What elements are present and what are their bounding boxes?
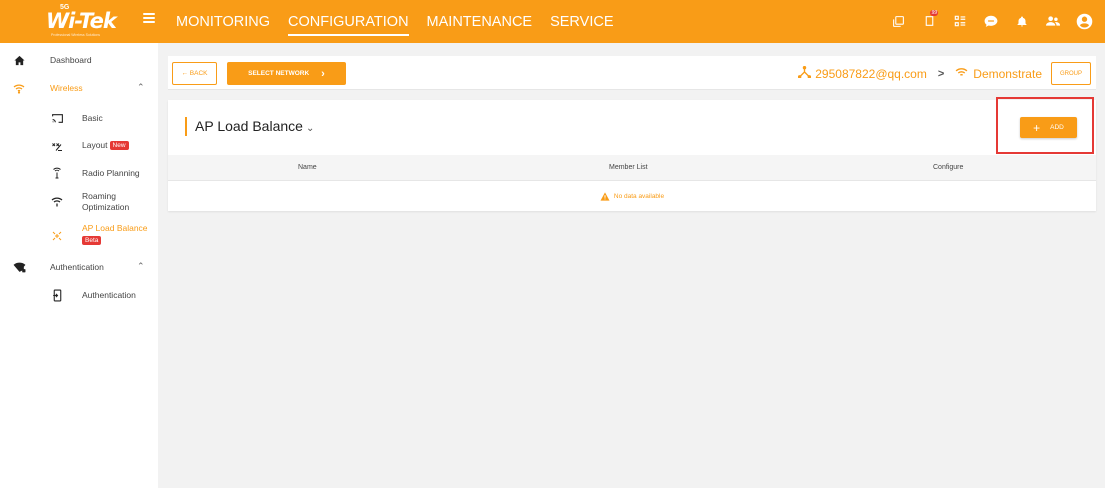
nav-service[interactable]: SERVICE bbox=[550, 13, 613, 36]
sidebar-label-layout: Layout New bbox=[82, 140, 129, 151]
new-badge: New bbox=[109, 141, 129, 150]
cast-icon bbox=[50, 111, 64, 125]
copy-icon[interactable] bbox=[885, 10, 911, 32]
beta-badge: Beta bbox=[82, 236, 102, 245]
group-button[interactable]: GROUP bbox=[1051, 62, 1091, 85]
table-header: Name Member List Configure bbox=[168, 155, 1096, 181]
logo-tagline: Professional Wireless Solutions bbox=[51, 33, 101, 37]
sidebar-label-authentication: Authentication bbox=[82, 290, 136, 300]
wi-tek-logo[interactable]: 5G Wi-Tek Professional Wireless Solution… bbox=[46, 4, 126, 37]
logo-sup: 5G bbox=[60, 4, 70, 11]
wifi-icon bbox=[955, 67, 968, 81]
account-icon[interactable] bbox=[1071, 10, 1097, 32]
chevron-right-icon: > bbox=[937, 67, 945, 80]
sidebar-label-basic: Basic bbox=[82, 113, 103, 123]
radio-icon bbox=[50, 166, 64, 180]
empty-text: No data available bbox=[613, 192, 665, 200]
sidebar: Dashboard Wireless ⌃ Basic Layout New Rad… bbox=[0, 43, 158, 488]
home-icon bbox=[12, 53, 26, 67]
load-balance-icon bbox=[50, 229, 64, 243]
menu-toggle-icon[interactable] bbox=[143, 13, 155, 23]
chat-icon[interactable] bbox=[978, 10, 1004, 32]
back-button[interactable]: ← BACK bbox=[172, 62, 217, 85]
sidebar-label-radio-planning: Radio Planning bbox=[82, 168, 140, 178]
notification-cart-icon[interactable]: 99 bbox=[916, 10, 942, 32]
column-header-member-list: Member List bbox=[609, 164, 648, 171]
apps-icon[interactable] bbox=[947, 10, 973, 32]
breadcrumb: 295087822@qq.com > Demonstrate bbox=[798, 65, 1042, 81]
column-header-name: Name bbox=[298, 164, 317, 171]
sidebar-label-dashboard: Dashboard bbox=[50, 55, 92, 65]
sidebar-label-authentication-group: Authentication bbox=[50, 262, 104, 272]
wifi-icon bbox=[12, 81, 26, 95]
page-title[interactable]: AP Load Balance ⌄ bbox=[185, 117, 314, 136]
bell-icon[interactable] bbox=[1009, 10, 1035, 32]
roaming-icon bbox=[50, 194, 64, 208]
chevron-down-icon: ⌄ bbox=[305, 123, 315, 134]
main-nav: MONITORING CONFIGURATION MAINTENANCE SER… bbox=[176, 13, 632, 36]
arrow-left-icon: ← bbox=[181, 70, 190, 77]
sidebar-label-roaming: Roaming Optimization bbox=[82, 191, 130, 212]
network-bar: ← BACK SELECT NETWORK › 295087822@qq.com … bbox=[168, 56, 1096, 90]
layout-icon bbox=[50, 139, 64, 153]
select-network-button[interactable]: SELECT NETWORK › bbox=[227, 62, 346, 85]
chevron-right-icon: › bbox=[321, 67, 325, 80]
sidebar-label-ap-load-balance: AP Load Balance Beta bbox=[82, 223, 148, 245]
nav-maintenance[interactable]: MAINTENANCE bbox=[427, 13, 533, 36]
chevron-up-icon: ⌃ bbox=[137, 82, 145, 92]
ap-load-balance-card: AP Load Balance ⌄ + ADD Name Member List C… bbox=[168, 100, 1096, 211]
auth-device-icon bbox=[50, 288, 64, 302]
nav-configuration[interactable]: CONFIGURATION bbox=[287, 13, 409, 36]
top-icons: 99 bbox=[880, 10, 1097, 32]
nav-monitoring[interactable]: MONITORING bbox=[176, 13, 270, 36]
network-tree-icon bbox=[798, 65, 812, 81]
wifi-lock-icon bbox=[12, 260, 26, 274]
logo-text: Wi-Tek bbox=[46, 9, 117, 33]
add-button-highlight bbox=[996, 97, 1094, 154]
chevron-up-icon: ⌃ bbox=[137, 261, 145, 271]
sidebar-label-wireless: Wireless bbox=[50, 83, 83, 93]
account-link[interactable]: 295087822@qq.com bbox=[815, 67, 927, 81]
top-bar: 5G Wi-Tek Professional Wireless Solution… bbox=[0, 0, 1105, 43]
users-icon[interactable] bbox=[1040, 10, 1066, 32]
site-link[interactable]: Demonstrate bbox=[973, 67, 1042, 81]
warning-icon bbox=[600, 191, 610, 201]
column-header-configure: Configure bbox=[933, 164, 964, 171]
empty-state: No data available bbox=[168, 181, 1096, 211]
